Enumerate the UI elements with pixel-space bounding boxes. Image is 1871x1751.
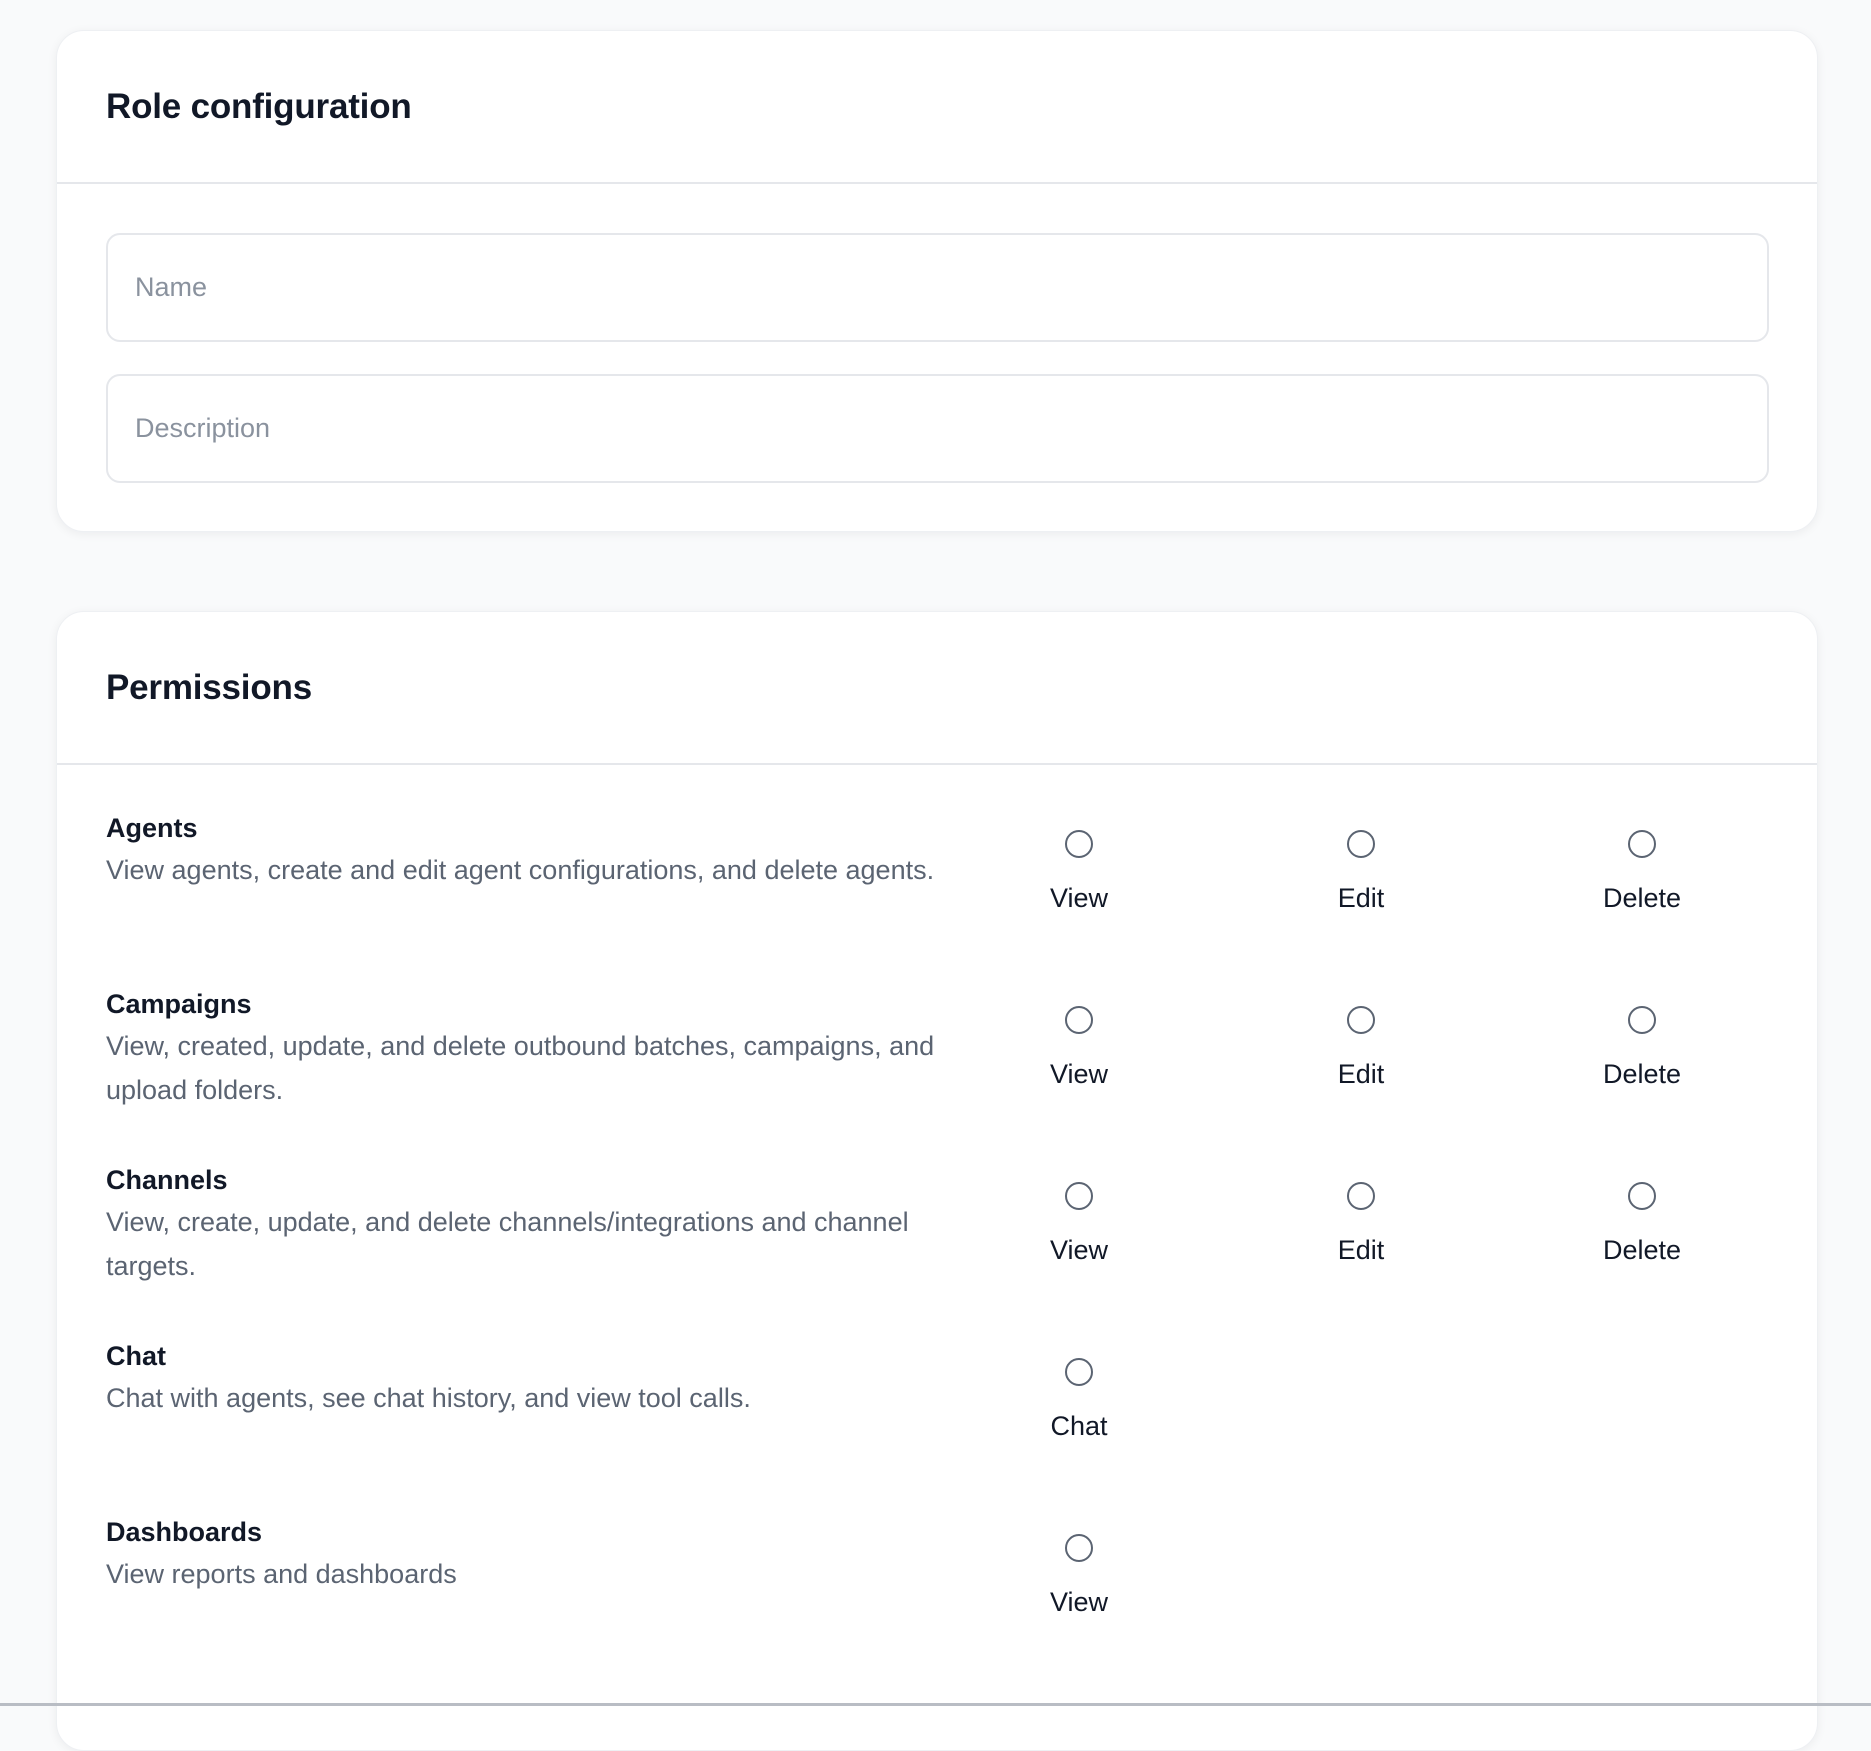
agents-edit-option[interactable]: Edit: [1281, 830, 1441, 914]
permission-row-channels: Channels View, create, update, and delet…: [57, 1162, 1817, 1338]
campaigns-edit-option[interactable]: Edit: [1281, 1006, 1441, 1090]
radio-circle-icon[interactable]: [1347, 1182, 1375, 1210]
radio-circle-icon[interactable]: [1628, 830, 1656, 858]
dashboards-view-option[interactable]: View: [999, 1534, 1159, 1618]
permissions-card: Permissions Agents View agents, create a…: [56, 611, 1818, 1751]
permissions-title: Permissions: [106, 667, 312, 707]
radio-circle-icon[interactable]: [1065, 1006, 1093, 1034]
permission-info-channels: Channels View, create, update, and delet…: [106, 1162, 936, 1288]
radio-circle-icon[interactable]: [1347, 830, 1375, 858]
option-label: Delete: [1602, 1059, 1682, 1089]
role-configuration-title: Role configuration: [106, 86, 412, 126]
permission-name: Dashboards: [106, 1517, 263, 1547]
name-input[interactable]: [106, 233, 1769, 342]
permission-description: View agents, create and edit agent confi…: [106, 855, 935, 885]
option-label: Delete: [1602, 883, 1682, 913]
agents-delete-option[interactable]: Delete: [1562, 830, 1722, 914]
radio-circle-icon[interactable]: [1065, 1182, 1093, 1210]
option-label: Chat: [1050, 1411, 1108, 1441]
description-input[interactable]: [106, 374, 1769, 483]
permission-description: View, created, update, and delete outbou…: [106, 1031, 935, 1105]
chat-chat-option[interactable]: Chat: [999, 1358, 1159, 1442]
permission-name: Agents: [106, 813, 198, 843]
permission-description: View reports and dashboards: [106, 1559, 457, 1589]
radio-circle-icon[interactable]: [1065, 1358, 1093, 1386]
radio-circle-icon[interactable]: [1065, 830, 1093, 858]
campaigns-view-option[interactable]: View: [999, 1006, 1159, 1090]
radio-circle-icon[interactable]: [1628, 1006, 1656, 1034]
option-label: View: [1049, 1587, 1109, 1617]
option-label: Delete: [1602, 1235, 1682, 1265]
option-label: View: [1049, 1235, 1109, 1265]
option-label: View: [1049, 883, 1109, 913]
option-label: Edit: [1337, 883, 1385, 913]
option-label: View: [1049, 1059, 1109, 1089]
channels-view-option[interactable]: View: [999, 1182, 1159, 1266]
radio-circle-icon[interactable]: [1628, 1182, 1656, 1210]
role-configuration-header: Role configuration: [57, 31, 1817, 184]
permission-row-dashboards: Dashboards View reports and dashboards V…: [57, 1514, 1817, 1690]
radio-circle-icon[interactable]: [1347, 1006, 1375, 1034]
option-label: Edit: [1337, 1059, 1385, 1089]
channels-delete-option[interactable]: Delete: [1562, 1182, 1722, 1266]
permission-info-campaigns: Campaigns View, created, update, and del…: [106, 986, 936, 1112]
role-configuration-body: [57, 184, 1817, 483]
permission-description: View, create, update, and delete channel…: [106, 1207, 909, 1281]
permission-info-dashboards: Dashboards View reports and dashboards: [106, 1514, 936, 1596]
permission-row-campaigns: Campaigns View, created, update, and del…: [57, 986, 1817, 1162]
role-configuration-card: Role configuration: [56, 30, 1818, 532]
campaigns-delete-option[interactable]: Delete: [1562, 1006, 1722, 1090]
agents-view-option[interactable]: View: [999, 830, 1159, 914]
permission-description: Chat with agents, see chat history, and …: [106, 1383, 751, 1413]
permissions-header: Permissions: [57, 612, 1817, 765]
permission-info-chat: Chat Chat with agents, see chat history,…: [106, 1338, 936, 1420]
option-label: Edit: [1337, 1235, 1385, 1265]
permission-name: Channels: [106, 1165, 228, 1195]
permission-info-agents: Agents View agents, create and edit agen…: [106, 810, 936, 892]
permission-row-chat: Chat Chat with agents, see chat history,…: [57, 1338, 1817, 1514]
permission-row-agents: Agents View agents, create and edit agen…: [57, 810, 1817, 986]
channels-edit-option[interactable]: Edit: [1281, 1182, 1441, 1266]
permission-name: Campaigns: [106, 989, 252, 1019]
radio-circle-icon[interactable]: [1065, 1534, 1093, 1562]
permission-name: Chat: [106, 1341, 166, 1371]
